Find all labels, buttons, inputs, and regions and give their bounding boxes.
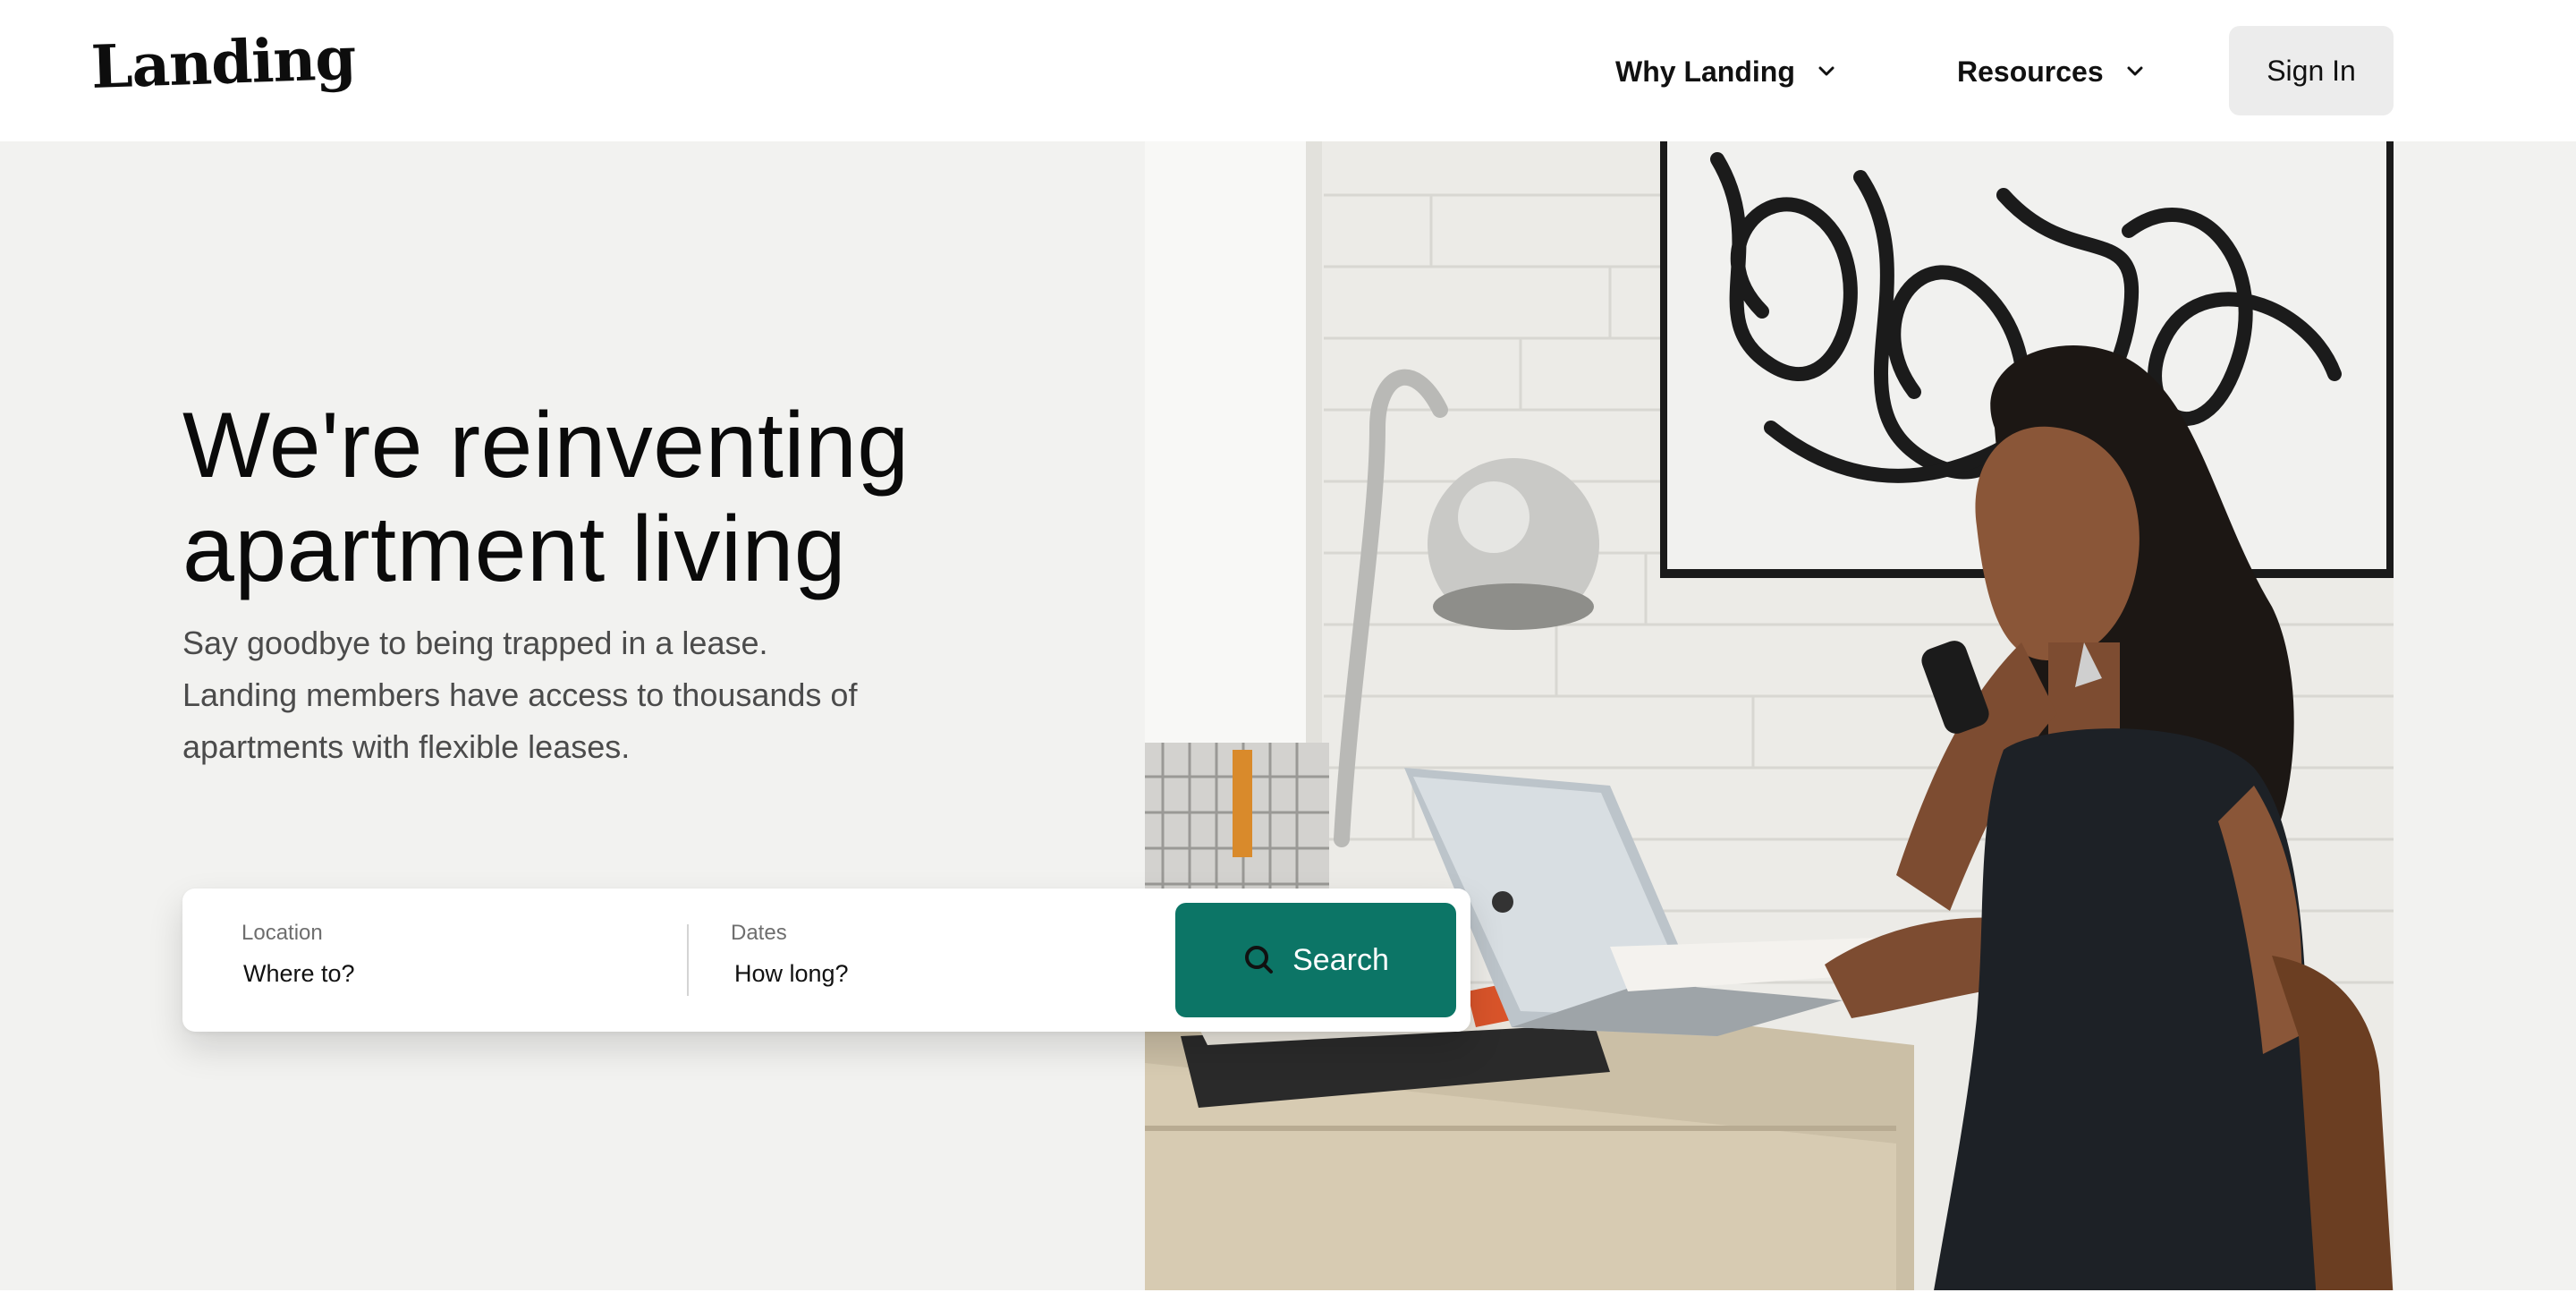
section-bottom-edge [0, 1290, 2576, 1301]
dates-label: Dates [731, 921, 787, 945]
site-header: Landing Why Landing Resources Sign In [0, 0, 2576, 141]
hero-headline-line1: We're reinventing [182, 394, 910, 497]
nav-why-landing[interactable]: Why Landing [1615, 47, 1835, 97]
hero-headline-line2: apartment living [182, 497, 847, 601]
nav-why-landing-label: Why Landing [1615, 55, 1795, 88]
hero-subtext: Say goodbye to being trapped in a lease.… [182, 625, 858, 765]
nav-resources[interactable]: Resources [1957, 47, 2143, 97]
hero-right-margin [2394, 141, 2576, 1290]
search-button[interactable]: Search [1175, 903, 1456, 1017]
chevron-down-icon [2127, 66, 2143, 77]
location-input[interactable] [243, 960, 673, 988]
location-label: Location [242, 921, 323, 945]
hero-photo [1145, 141, 2394, 1301]
hero-headline: We're reinventing apartment living [182, 394, 1122, 601]
search-icon [1242, 943, 1276, 977]
nav-resources-label: Resources [1957, 55, 2104, 88]
search-bar: Location Dates Search [182, 889, 1470, 1032]
chevron-down-icon [1818, 66, 1835, 77]
sign-in-button[interactable]: Sign In [2229, 26, 2394, 115]
dates-input[interactable] [734, 960, 1164, 988]
logo[interactable]: Landing [90, 23, 357, 102]
search-button-label: Search [1292, 942, 1389, 977]
search-divider [687, 924, 689, 996]
